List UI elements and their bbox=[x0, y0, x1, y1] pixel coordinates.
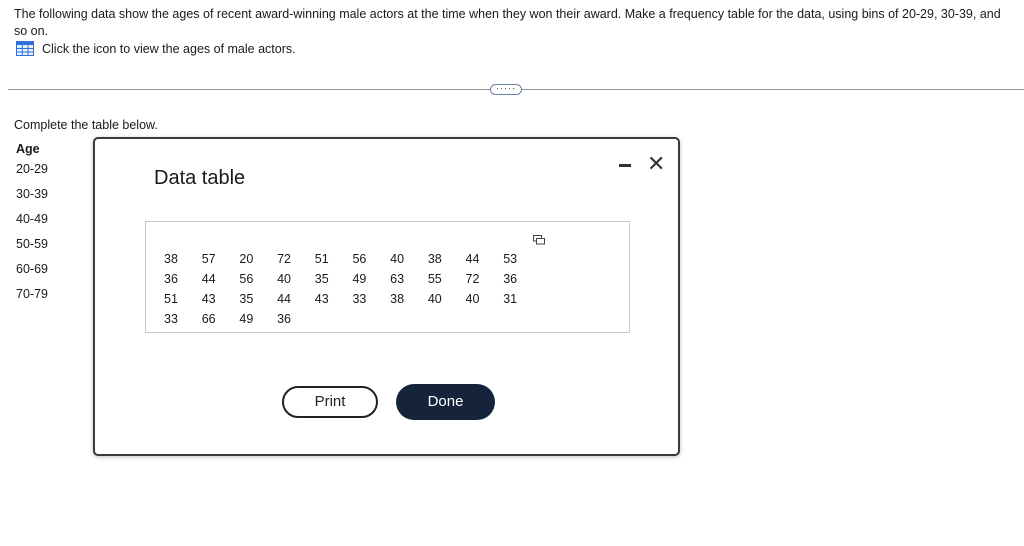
age-value: 56 bbox=[352, 252, 367, 266]
age-value: 40 bbox=[277, 272, 291, 286]
age-value: 49 bbox=[352, 272, 367, 286]
age-value: 40 bbox=[390, 252, 405, 266]
age-value: 44 bbox=[277, 292, 291, 306]
age-value: 56 bbox=[239, 272, 254, 286]
age-value: 66 bbox=[201, 312, 216, 326]
task-instruction: Complete the table below. bbox=[14, 118, 158, 132]
age-value: 55 bbox=[427, 272, 442, 286]
age-value: 51 bbox=[314, 252, 329, 266]
age-value: 36 bbox=[277, 312, 291, 326]
age-value: 38 bbox=[427, 252, 442, 266]
age-value: 38 bbox=[390, 292, 405, 306]
age-bin: 20-29 bbox=[16, 162, 48, 176]
data-table-box: 38 57 20 72 51 56 40 38 44 53 36 44 56 4… bbox=[145, 221, 630, 333]
age-bin: 70-79 bbox=[16, 287, 48, 301]
print-button[interactable]: Print bbox=[282, 386, 378, 418]
table-row: 38 57 20 72 51 56 40 38 44 53 bbox=[156, 252, 533, 272]
age-value: 36 bbox=[503, 272, 518, 286]
age-bin: 40-49 bbox=[16, 212, 48, 226]
table-row: 36 44 56 40 35 49 63 55 72 36 bbox=[156, 272, 533, 292]
age-value: 40 bbox=[427, 292, 442, 306]
age-value: 31 bbox=[503, 292, 518, 306]
age-bin: 60-69 bbox=[16, 262, 48, 276]
age-bin-list: 20-29 30-39 40-49 50-59 60-69 70-79 bbox=[16, 161, 48, 311]
question-text: The following data show the ages of rece… bbox=[14, 7, 1001, 38]
dialog-title: Data table bbox=[154, 167, 246, 189]
data-table-dialog: Data table ✕ 38 57 20 72 51 56 40 38 44 … bbox=[93, 137, 680, 456]
age-bin: 30-39 bbox=[16, 187, 48, 201]
close-icon[interactable]: ✕ bbox=[647, 153, 665, 175]
age-value: 36 bbox=[164, 272, 178, 286]
age-value: 33 bbox=[352, 292, 367, 306]
more-options-button[interactable]: ····· bbox=[490, 84, 522, 95]
table-row: 33 66 49 36 bbox=[156, 312, 533, 332]
data-icon-line: Click the icon to view the ages of male … bbox=[16, 41, 296, 56]
age-value: 43 bbox=[314, 292, 329, 306]
age-value: 53 bbox=[503, 252, 518, 266]
age-value: 38 bbox=[164, 252, 178, 266]
age-value: 43 bbox=[201, 292, 216, 306]
age-bin: 50-59 bbox=[16, 237, 48, 251]
age-column-header: Age bbox=[16, 142, 40, 156]
age-value: 35 bbox=[239, 292, 254, 306]
age-value: 63 bbox=[390, 272, 405, 286]
table-icon[interactable] bbox=[16, 41, 34, 56]
age-value: 20 bbox=[239, 252, 254, 266]
minimize-icon[interactable] bbox=[619, 164, 631, 167]
age-value: 57 bbox=[201, 252, 216, 266]
ages-grid: 38 57 20 72 51 56 40 38 44 53 36 44 56 4… bbox=[156, 252, 533, 332]
age-value: 72 bbox=[465, 272, 480, 286]
age-value: 49 bbox=[239, 312, 254, 326]
age-value: 33 bbox=[164, 312, 178, 326]
age-value: 51 bbox=[164, 292, 178, 306]
copy-icon[interactable] bbox=[533, 234, 545, 245]
age-value: 40 bbox=[465, 292, 480, 306]
icon-instruction-text: Click the icon to view the ages of male … bbox=[42, 41, 296, 56]
age-value: 35 bbox=[314, 272, 329, 286]
table-row: 51 43 35 44 43 33 38 40 40 31 bbox=[156, 292, 533, 312]
age-value: 44 bbox=[465, 252, 480, 266]
done-button[interactable]: Done bbox=[396, 384, 495, 420]
age-value: 44 bbox=[201, 272, 216, 286]
age-value: 72 bbox=[277, 252, 291, 266]
